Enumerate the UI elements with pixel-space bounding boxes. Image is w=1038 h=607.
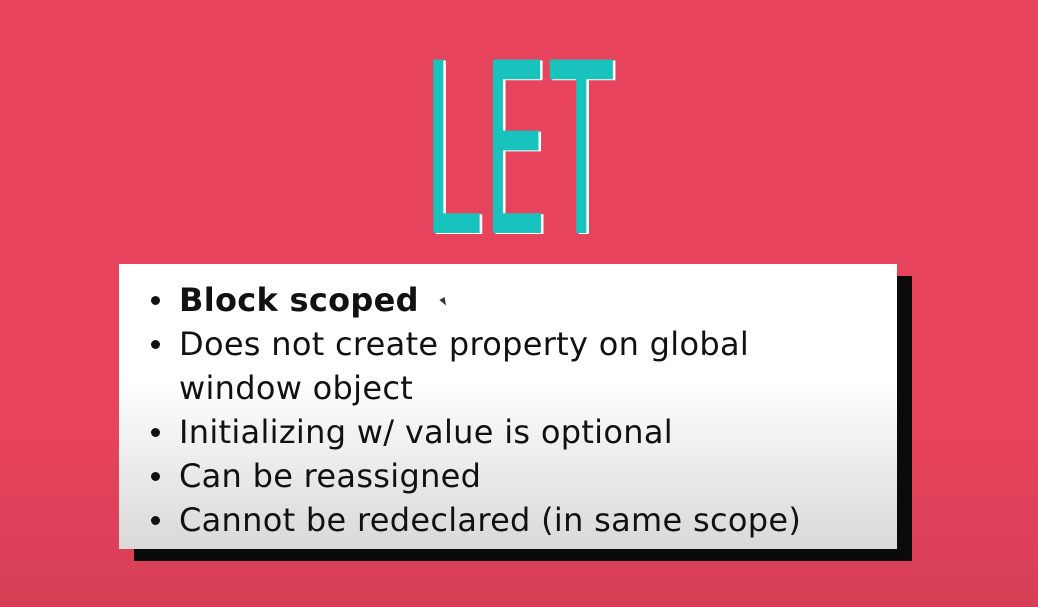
mouse-cursor-icon <box>439 297 449 307</box>
slide-title: LET <box>423 13 615 290</box>
bullet-list: Block scoped Does not create property on… <box>119 264 897 542</box>
bullet-item: Can be reassigned <box>119 454 897 498</box>
bullet-dot-icon <box>151 340 160 349</box>
bullet-dot-icon <box>151 296 160 305</box>
slide-title-container: LET <box>0 13 1038 290</box>
bullet-item: Does not create property on global <box>119 322 897 366</box>
bullet-item: Block scoped <box>119 278 897 322</box>
bullet-dot-icon <box>151 516 160 525</box>
bullet-item: Cannot be redeclared (in same scope) <box>119 498 897 542</box>
bullet-item: Initializing w/ value is optional <box>119 410 897 454</box>
bullet-text: window object <box>179 369 414 407</box>
bullet-panel: Block scoped Does not create property on… <box>119 264 897 549</box>
bullet-text: Initializing w/ value is optional <box>179 413 673 451</box>
bullet-item-continuation: window object <box>119 366 897 410</box>
bullet-text: Does not create property on global <box>179 325 750 363</box>
bullet-text: Cannot be redeclared (in same scope) <box>179 501 802 539</box>
bullet-text: Block scoped <box>179 281 419 319</box>
bullet-text: Can be reassigned <box>179 457 482 495</box>
bullet-dot-icon <box>151 428 160 437</box>
bullet-dot-icon <box>151 472 160 481</box>
